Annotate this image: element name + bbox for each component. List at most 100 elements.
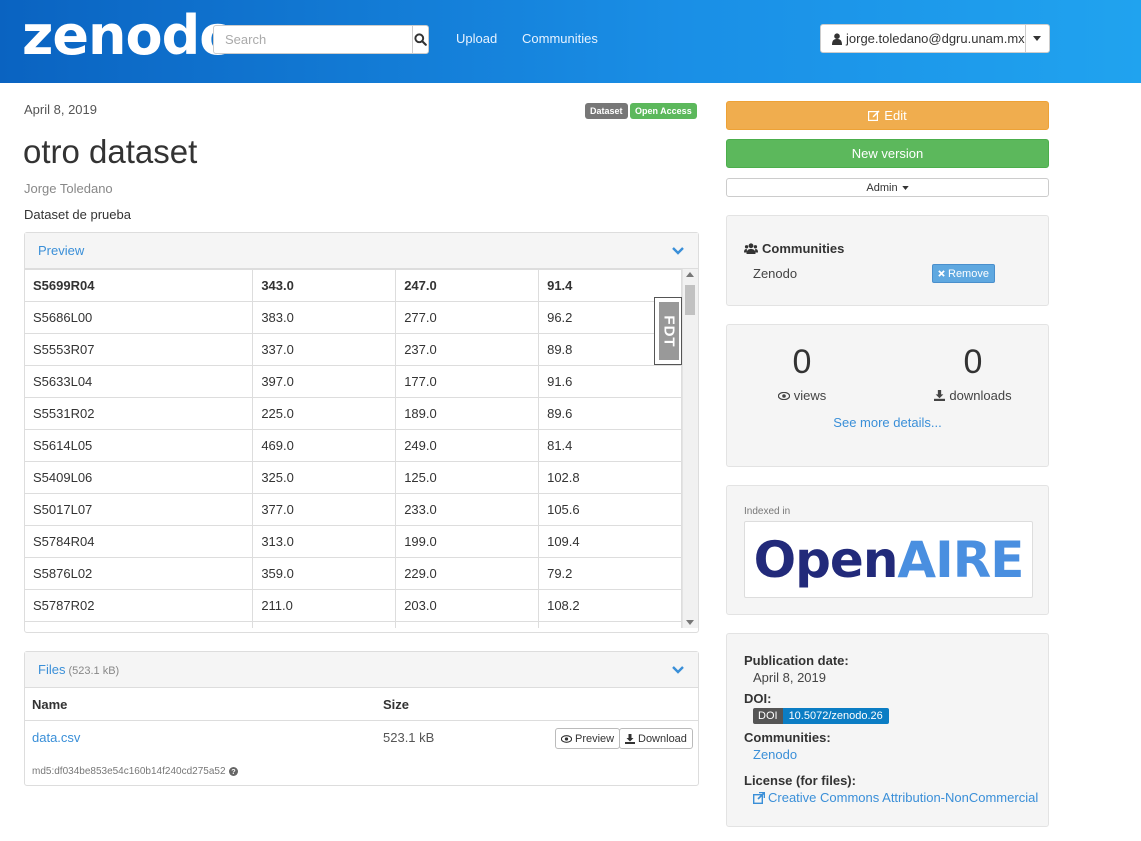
preview-cell: 469.0 xyxy=(252,429,397,462)
caret-down-icon xyxy=(1033,36,1042,41)
see-more-details-link[interactable]: See more details... xyxy=(727,415,1048,430)
preview-cell: 89.6 xyxy=(538,397,682,430)
search-input[interactable] xyxy=(214,26,412,53)
file-download-button[interactable]: Download xyxy=(619,728,693,749)
files-title: Files xyxy=(38,662,66,677)
files-table-header: Name Size xyxy=(25,688,698,721)
preview-cell: 277.0 xyxy=(395,301,540,334)
doi-badge[interactable]: DOI 10.5072/zenodo.26 xyxy=(753,708,889,724)
community-name: Zenodo xyxy=(753,266,798,281)
preview-cell xyxy=(25,621,254,628)
caret-down-icon xyxy=(901,185,909,190)
search-box xyxy=(213,25,429,54)
community-link[interactable]: Zenodo xyxy=(753,747,797,762)
preview-cell: 102.8 xyxy=(538,461,682,494)
fdt-label: FDT xyxy=(659,302,679,360)
views-count: 0 xyxy=(792,343,812,381)
preview-cell: 343.0 xyxy=(252,269,397,302)
edit-button[interactable]: Edit xyxy=(726,101,1049,130)
publication-date-label: Publication date: xyxy=(744,653,849,668)
publication-date-value: April 8, 2019 xyxy=(753,670,826,685)
metadata-well: Publication date: April 8, 2019 DOI: DOI… xyxy=(726,633,1049,827)
fdt-toolbar-toggle[interactable]: FDT xyxy=(654,297,682,365)
file-preview-button[interactable]: Preview xyxy=(555,728,621,749)
preview-cell: 337.0 xyxy=(252,333,397,366)
record-description: Dataset de prueba xyxy=(24,207,131,222)
search-button[interactable] xyxy=(412,26,428,53)
scroll-up-arrow[interactable] xyxy=(686,272,694,277)
preview-cell: 203.0 xyxy=(395,589,540,622)
preview-table: S5699R04 343.0 247.0 91.4 S5686L00 383.0 277.0… xyxy=(25,269,682,628)
preview-cell: S5686L00 xyxy=(25,301,254,334)
preview-row: S5876L02 359.0 229.0 79.2 xyxy=(25,557,682,590)
files-col-name: Name xyxy=(32,696,68,712)
preview-row xyxy=(25,621,682,628)
downloads-count: 0 xyxy=(963,343,983,381)
stats-well: 0 0 views downloads See more details... xyxy=(726,324,1049,467)
preview-scrollbar[interactable] xyxy=(682,269,698,628)
openaire-logo[interactable]: Open AIRE xyxy=(744,521,1033,598)
preview-cell: S5784R04 xyxy=(25,525,254,558)
edit-icon xyxy=(868,110,880,121)
preview-cell: 108.2 xyxy=(538,589,682,622)
chevron-down-icon xyxy=(672,665,684,674)
preview-cell: 229.0 xyxy=(395,557,540,590)
user-email: jorge.toledano@dgru.unam.mx xyxy=(846,31,1025,46)
nav-upload[interactable]: Upload xyxy=(456,31,497,46)
close-icon xyxy=(938,270,945,277)
site-header: zenodo Upload Communities jorge.toledano… xyxy=(0,0,1141,83)
files-panel-header[interactable]: Files (523.1 kB) xyxy=(25,652,698,688)
communities-well: Communities Zenodo Remove xyxy=(726,215,1049,306)
preview-cell: 177.0 xyxy=(395,365,540,398)
eye-icon xyxy=(777,391,790,400)
user-dropdown-toggle[interactable] xyxy=(1024,25,1049,52)
preview-cell: 199.0 xyxy=(395,525,540,558)
record-date: April 8, 2019 xyxy=(24,102,97,117)
scroll-thumb[interactable] xyxy=(685,285,695,315)
preview-row: S5553R07 337.0 237.0 89.8 xyxy=(25,333,682,366)
preview-cell: 233.0 xyxy=(395,493,540,526)
license-link[interactable]: Creative Commons Attribution-NonCommerci… xyxy=(753,790,1038,805)
preview-cell: S5787R02 xyxy=(25,589,254,622)
nav-communities[interactable]: Communities xyxy=(522,31,598,46)
preview-cell: S5409L06 xyxy=(25,461,254,494)
preview-row: S5017L07 377.0 233.0 105.6 xyxy=(25,493,682,526)
indexed-in-label: Indexed in xyxy=(744,506,791,517)
user-menu: jorge.toledano@dgru.unam.mx xyxy=(820,24,1050,53)
preview-cell: 359.0 xyxy=(252,557,397,590)
file-name-link[interactable]: data.csv xyxy=(32,730,80,745)
preview-cell xyxy=(538,621,682,628)
zenodo-logo[interactable]: zenodo xyxy=(22,6,236,66)
preview-cell: 91.6 xyxy=(538,365,682,398)
preview-cell: 249.0 xyxy=(395,429,540,462)
files-total-size: (523.1 kB) xyxy=(68,665,120,677)
eye-icon xyxy=(561,734,572,743)
download-icon xyxy=(625,733,635,744)
doi-label: DOI: xyxy=(744,691,772,706)
preview-cell: 237.0 xyxy=(395,333,540,366)
record-title: otro dataset xyxy=(23,133,198,170)
question-circle-icon[interactable]: ? xyxy=(228,767,238,776)
communities-label: Communities: xyxy=(744,730,831,745)
preview-cell: 189.0 xyxy=(395,397,540,430)
preview-panel-header[interactable]: Preview xyxy=(25,233,698,269)
record-author: Jorge Toledano xyxy=(24,181,113,196)
file-row: data.csv 523.1 kB Preview Download md5:d… xyxy=(25,721,698,786)
search-icon xyxy=(414,33,427,46)
preview-cell: 247.0 xyxy=(395,269,540,302)
preview-cell: 377.0 xyxy=(252,493,397,526)
user-button[interactable]: jorge.toledano@dgru.unam.mx xyxy=(821,25,1025,52)
preview-row: S5531R02 225.0 189.0 89.6 xyxy=(25,397,682,430)
scroll-down-arrow[interactable] xyxy=(686,620,694,625)
preview-cell: S5553R07 xyxy=(25,333,254,366)
files-panel: Files (523.1 kB) Name Size data.csv 523.1… xyxy=(24,651,699,786)
file-size: 523.1 kB xyxy=(383,730,435,745)
preview-cell xyxy=(252,621,397,628)
new-version-button[interactable]: New version xyxy=(726,139,1049,168)
preview-frame: S5699R04 343.0 247.0 91.4 S5686L00 383.0 277.0… xyxy=(25,269,698,628)
remove-community-button[interactable]: Remove xyxy=(932,264,995,283)
preview-row: S5686L00 383.0 277.0 96.2 xyxy=(25,301,682,334)
preview-cell: S5699R04 xyxy=(25,269,254,302)
preview-cell: 81.4 xyxy=(538,429,682,462)
admin-dropdown[interactable]: Admin xyxy=(726,178,1049,197)
